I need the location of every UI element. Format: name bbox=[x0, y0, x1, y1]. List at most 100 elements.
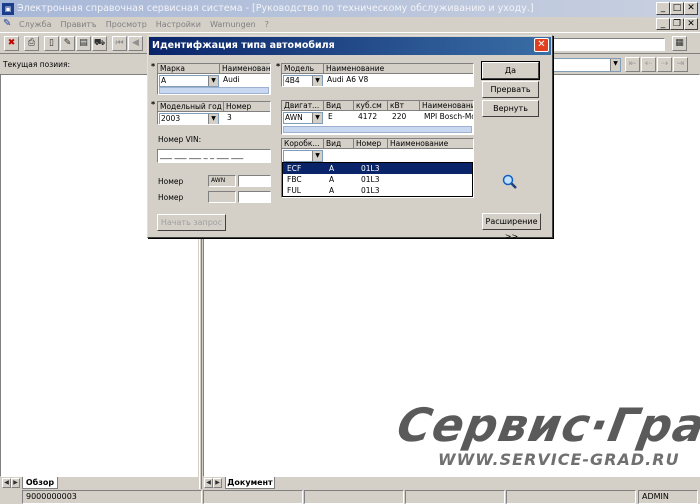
menu-app-icon[interactable]: ✎ bbox=[3, 18, 15, 30]
stop-icon[interactable]: ✖ bbox=[4, 36, 19, 51]
list-item[interactable]: FUL A 01L3 bbox=[283, 185, 472, 196]
engine-cc-header: куб.см bbox=[354, 101, 388, 111]
status-user: ADMIN bbox=[638, 490, 698, 504]
year-value: 2003 bbox=[161, 114, 181, 123]
nav-last-icon[interactable]: ⇥ bbox=[673, 57, 688, 72]
engine-grid[interactable]: Двигат... Вид куб.см кВт Наименование AW… bbox=[281, 100, 474, 135]
engine-code: AWN bbox=[285, 113, 303, 122]
first-page-icon[interactable]: ⏮ bbox=[112, 36, 127, 51]
right-tab-next-icon[interactable]: ▶ bbox=[213, 478, 222, 488]
start-query-button[interactable]: Начать запрос bbox=[157, 214, 226, 231]
tab-overview[interactable]: Обзор bbox=[22, 477, 58, 489]
print-icon[interactable]: ⎙ bbox=[24, 36, 39, 51]
gearbox-code: FUL bbox=[287, 186, 301, 195]
year-number: 3 bbox=[227, 113, 232, 122]
dialog-title: Идентифжация типа автомобиля bbox=[149, 37, 551, 55]
status-cell-4 bbox=[506, 490, 636, 504]
right-tab-prev-icon[interactable]: ◀ bbox=[204, 478, 213, 488]
vin-input[interactable]: ___ ___ ___ _ _ ___ ___ bbox=[157, 149, 271, 163]
year-number-header: Номер bbox=[224, 102, 270, 112]
chevron-down-icon[interactable]: ▼ bbox=[208, 76, 218, 86]
brand-scrollbar[interactable] bbox=[159, 87, 269, 94]
watermark-brand: Сервис·Град bbox=[393, 398, 700, 452]
chevron-down-icon[interactable]: ▼ bbox=[312, 76, 322, 86]
nav-first-icon[interactable]: ⇤ bbox=[625, 57, 640, 72]
model-grid[interactable]: Модель Наименование 4B4 ▼ Audi A6 V8 bbox=[281, 63, 474, 87]
gearbox-dropdown-list[interactable]: ECF A 01L3 FBC A 01L3 FUL A 01L3 bbox=[282, 162, 473, 197]
list-item[interactable]: ECF A 01L3 bbox=[283, 163, 472, 174]
menu-edit[interactable]: Правитъ bbox=[60, 20, 96, 29]
vin-label: Номер VIN: bbox=[158, 135, 202, 144]
extend-button[interactable]: Расширение >> bbox=[482, 213, 541, 241]
doc-close-button[interactable]: ✕ bbox=[684, 18, 698, 30]
app-icon[interactable]: ▣ bbox=[2, 2, 14, 15]
nav-forward-icon[interactable]: ⇢ bbox=[657, 57, 672, 72]
close-window-button[interactable]: ✕ bbox=[684, 2, 698, 15]
engine-cc: 4172 bbox=[358, 112, 378, 121]
list-item[interactable]: FBC A 01L3 bbox=[283, 174, 472, 185]
left-tab-prev-icon[interactable]: ◀ bbox=[2, 478, 11, 488]
number-input-2[interactable] bbox=[238, 191, 271, 203]
menu-help[interactable]: ? bbox=[265, 20, 269, 29]
model-name: Audi A6 V8 bbox=[327, 75, 369, 84]
menu-settings[interactable]: Настройки bbox=[156, 20, 201, 29]
magnifier-icon[interactable] bbox=[502, 174, 518, 190]
gearbox-type: A bbox=[329, 164, 335, 173]
chevron-down-icon[interactable]: ▼ bbox=[312, 151, 322, 161]
menu-bar: ✎ Служба Правитъ Просмотр Настройки Warn… bbox=[0, 17, 700, 31]
new-document-icon[interactable]: ▯ bbox=[44, 36, 59, 51]
engine-scrollbar[interactable] bbox=[283, 126, 472, 133]
chevron-down-icon[interactable]: ▼ bbox=[610, 59, 620, 71]
year-select[interactable]: 2003 ▼ bbox=[159, 113, 219, 124]
maximize-button[interactable]: □ bbox=[670, 2, 684, 15]
car-icon[interactable]: ⛟ bbox=[92, 36, 107, 51]
minimize-button[interactable]: _ bbox=[656, 2, 670, 15]
year-grid[interactable]: Модельный год Номер 2003 ▼ 3 bbox=[157, 101, 271, 125]
brand-select[interactable]: A ▼ bbox=[159, 75, 219, 87]
abort-button[interactable]: Прервать bbox=[482, 81, 539, 98]
menu-service[interactable]: Служба bbox=[19, 20, 51, 29]
number-value-field: AWN bbox=[208, 175, 236, 187]
calculator-icon[interactable]: ▦ bbox=[672, 36, 687, 51]
gearbox-number: 01L3 bbox=[361, 164, 380, 173]
menu-warnings[interactable]: Warnungen bbox=[210, 20, 256, 29]
number-label: Номер bbox=[158, 177, 184, 186]
brand-grid[interactable]: Марка Наименование A▼ Audi bbox=[157, 63, 271, 95]
document-select[interactable]: ▼ bbox=[553, 58, 621, 72]
gearbox-type: A bbox=[329, 186, 335, 195]
engine-code-header: Двигат... bbox=[282, 101, 324, 111]
model-header: Модель bbox=[282, 64, 324, 74]
number-label-2: Номер bbox=[158, 193, 184, 202]
gearbox-select[interactable]: ▼ bbox=[283, 150, 323, 162]
engine-kw-header: кВт bbox=[388, 101, 420, 111]
engine-select[interactable]: AWN ▼ bbox=[283, 112, 323, 124]
toolbar-input[interactable] bbox=[553, 38, 665, 51]
number-field-2 bbox=[208, 191, 236, 203]
chevron-down-icon[interactable]: ▼ bbox=[208, 114, 218, 124]
gearbox-code: ECF bbox=[287, 164, 302, 173]
nav-back-icon[interactable]: ⇠ bbox=[641, 57, 656, 72]
prev-page-icon[interactable]: ◀ bbox=[128, 36, 143, 51]
engine-name-header: Наименование bbox=[420, 101, 473, 111]
menu-view[interactable]: Просмотр bbox=[106, 20, 147, 29]
window-title-bar: ▣ Электронная справочная сервисная систе… bbox=[0, 0, 700, 17]
tab-document[interactable]: Документ bbox=[225, 477, 275, 489]
gearbox-number-header: Номер bbox=[354, 139, 388, 149]
doc-minimize-button[interactable]: _ bbox=[656, 18, 670, 30]
edit-icon[interactable]: ✎ bbox=[60, 36, 75, 51]
status-cell-2 bbox=[304, 490, 404, 504]
left-tab-next-icon[interactable]: ▶ bbox=[11, 478, 20, 488]
dialog-close-button[interactable]: ✕ bbox=[534, 38, 549, 52]
brand-name-header: Наименование bbox=[220, 64, 271, 74]
chevron-down-icon[interactable]: ▼ bbox=[312, 113, 322, 123]
number-input[interactable] bbox=[238, 175, 271, 187]
gearbox-code: FBC bbox=[287, 175, 302, 184]
ok-button[interactable]: Да bbox=[481, 61, 540, 80]
model-select[interactable]: 4B4 ▼ bbox=[283, 75, 323, 86]
gearbox-type-header: Вид bbox=[324, 139, 354, 149]
required-mark: * bbox=[151, 62, 156, 71]
back-button[interactable]: Вернуть bbox=[482, 100, 539, 117]
printer-icon[interactable]: ▤ bbox=[76, 36, 91, 51]
doc-restore-button[interactable]: ❐ bbox=[670, 18, 684, 30]
gearbox-code-header: Коробк... bbox=[282, 139, 324, 149]
